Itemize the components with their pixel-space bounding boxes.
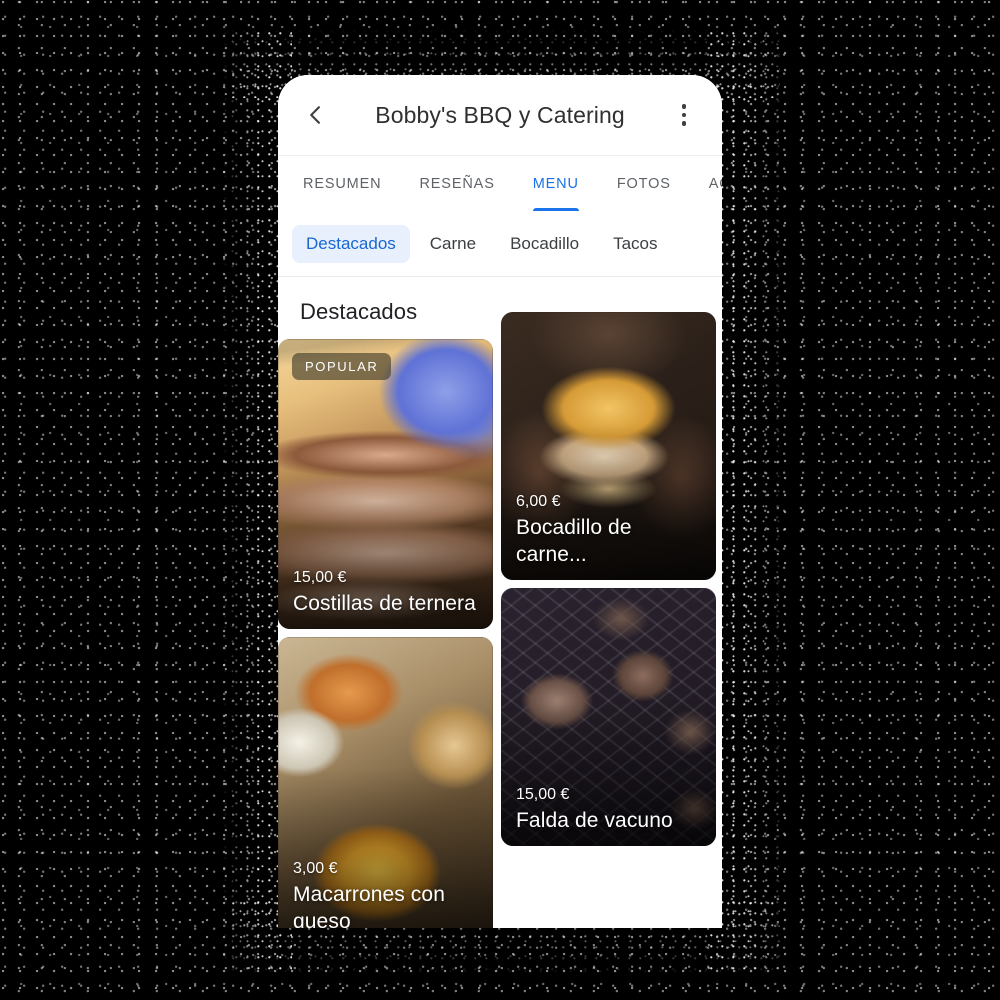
tab-resenas[interactable]: RESEÑAS	[400, 156, 513, 211]
status-badge: POPULAR	[292, 353, 392, 380]
category-chip-row: Destacados Carne Bocadillo Tacos	[278, 211, 722, 277]
more-dot	[681, 104, 687, 109]
chip-tacos[interactable]: Tacos	[599, 225, 671, 263]
item-name: Macarrones con queso	[293, 883, 445, 928]
menu-item-card[interactable]: 3,00 € Macarrones con queso	[278, 637, 493, 928]
tab-label: RESEÑAS	[419, 175, 495, 192]
chip-label: Tacos	[613, 233, 658, 253]
chip-bocadillo[interactable]: Bocadillo	[496, 225, 593, 263]
card-meta: 3,00 € Macarrones con queso	[293, 860, 481, 928]
card-meta: 15,00 € Costillas de ternera	[293, 569, 481, 617]
menu-item-card[interactable]: 15,00 € Falda de vacuno	[501, 588, 716, 846]
tab-label: MENU	[532, 175, 579, 192]
grid-column-left: POPULAR 15,00 € Costillas de ternera 3,0…	[278, 339, 493, 928]
more-vert-icon[interactable]	[664, 95, 704, 135]
chip-carne[interactable]: Carne	[416, 225, 490, 263]
tab-label: RESUMEN	[303, 175, 382, 192]
item-price: 6,00 €	[516, 493, 561, 511]
section-tabs: RESUMEN RESEÑAS MENU FOTOS ACERCA DE	[278, 156, 722, 211]
tab-label: FOTOS	[616, 175, 671, 192]
tab-fotos[interactable]: FOTOS	[598, 156, 690, 211]
tab-menu[interactable]: MENU	[514, 156, 598, 211]
chip-destacados[interactable]: Destacados	[292, 224, 410, 263]
item-name: Bocadillo de carne...	[516, 516, 632, 566]
tab-resumen[interactable]: RESUMEN	[284, 156, 400, 211]
phone-screen: Bobby's BBQ y Catering RESUMEN RESEÑAS M…	[278, 75, 722, 928]
menu-item-card[interactable]: POPULAR 15,00 € Costillas de ternera	[278, 339, 493, 629]
app-bar: Bobby's BBQ y Catering	[278, 75, 722, 156]
chip-label: Bocadillo	[510, 233, 580, 253]
grid-column-right: 6,00 € Bocadillo de carne... 15,00 € Fal…	[501, 312, 716, 928]
more-dot	[681, 121, 687, 126]
item-name: Costillas de ternera	[293, 591, 476, 615]
tab-acerca-de[interactable]: ACERCA DE	[690, 156, 722, 211]
chip-label: Carne	[429, 233, 477, 253]
menu-body: Destacados POPULAR 15,00 € Costillas de …	[278, 277, 722, 928]
item-name: Falda de vacuno	[516, 808, 673, 832]
item-price: 3,00 €	[293, 860, 338, 878]
back-icon[interactable]	[296, 95, 336, 135]
card-meta: 15,00 € Falda de vacuno	[516, 786, 704, 834]
item-price: 15,00 €	[516, 785, 570, 803]
page-title: Bobby's BBQ y Catering	[375, 101, 625, 128]
menu-item-card[interactable]: 6,00 € Bocadillo de carne...	[501, 312, 716, 580]
more-dot	[681, 112, 687, 118]
item-price: 15,00 €	[293, 568, 347, 586]
tab-label: ACERCA DE	[708, 175, 722, 192]
menu-item-grid: POPULAR 15,00 € Costillas de ternera 3,0…	[278, 312, 722, 928]
chip-label: Destacados	[306, 233, 396, 253]
card-meta: 6,00 € Bocadillo de carne...	[516, 493, 704, 568]
